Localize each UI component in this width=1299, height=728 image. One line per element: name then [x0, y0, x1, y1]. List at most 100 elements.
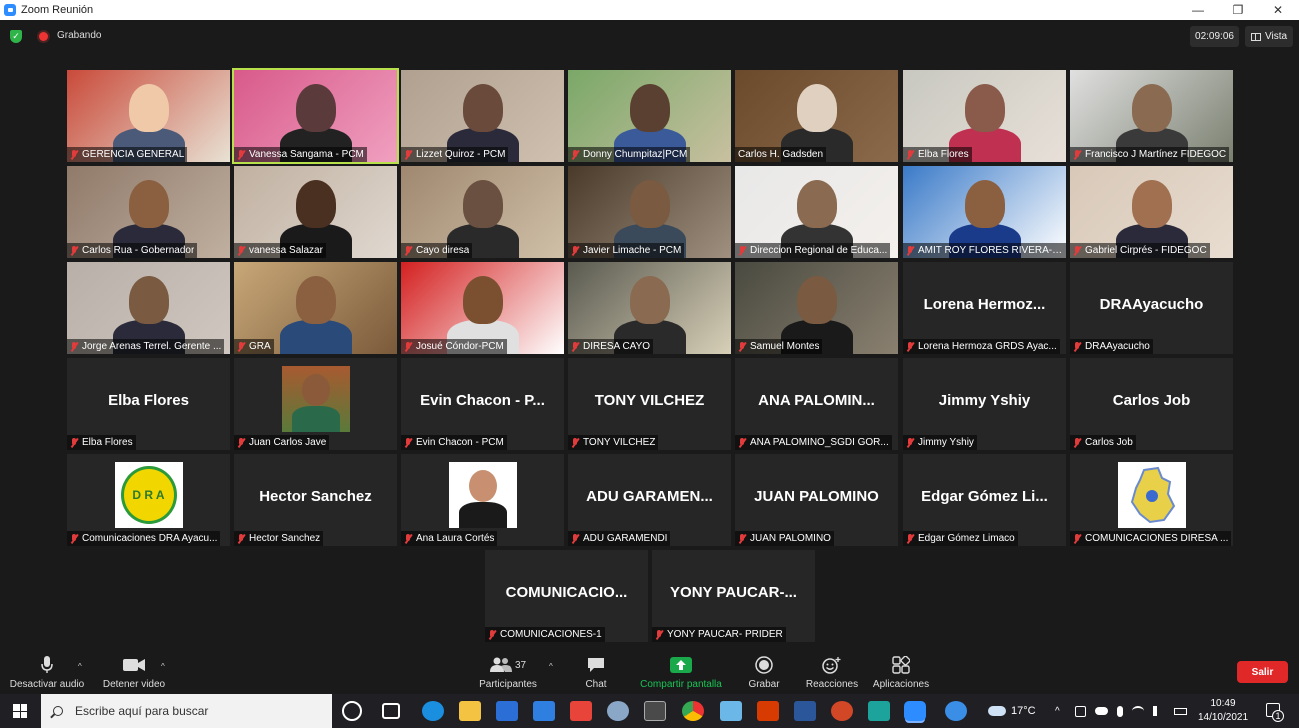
participant-tile[interactable]: COMUNICACIO... COMUNICACIONES-1 — [485, 550, 648, 642]
participant-tile[interactable]: Lizzet Quiroz - PCM — [401, 70, 564, 162]
participant-tile[interactable]: Carlos Rua - Gobernador — [67, 166, 230, 258]
security-shield-icon[interactable]: ✓ — [10, 30, 22, 43]
participant-tile[interactable]: Ana Laura Cortés — [401, 454, 564, 546]
microsoft-store-icon[interactable] — [496, 701, 518, 721]
stop-video-button[interactable]: Detener video — [100, 652, 168, 694]
participant-tile[interactable]: Francisco J Martínez FIDEGOC — [1070, 70, 1233, 162]
participant-tile[interactable]: Jimmy Yshiy Jimmy Yshiy — [903, 358, 1066, 450]
participant-tile[interactable]: JUAN PALOMINO JUAN PALOMINO — [735, 454, 898, 546]
windows-taskbar: Escribe aquí para buscar 17°C ^ 10:49 14… — [0, 694, 1299, 728]
participant-tile[interactable]: Carlos Job Carlos Job — [1070, 358, 1233, 450]
participant-tile[interactable]: Gabriel Cirprés - FIDEGOC — [1070, 166, 1233, 258]
window-title: Zoom Reunión — [21, 4, 94, 16]
weather-widget[interactable]: 17°C — [988, 694, 1036, 728]
word-icon[interactable] — [794, 701, 816, 721]
task-view-icon[interactable] — [382, 703, 400, 719]
muted-microphone-icon — [237, 533, 245, 544]
participant-name: Carlos Job — [1085, 437, 1133, 448]
participant-tile[interactable]: TONY VILCHEZ TONY VILCHEZ — [568, 358, 731, 450]
participant-tile[interactable]: COMUNICACIONES DIRESA ... — [1070, 454, 1233, 546]
participants-options-chevron-up-icon[interactable]: ^ — [549, 662, 557, 671]
profile-shoulders — [458, 502, 507, 528]
snipping-tool-icon[interactable] — [607, 701, 629, 721]
participant-tile[interactable]: Donny Chumpitaz|PCM — [568, 70, 731, 162]
participant-tile[interactable]: ANA PALOMIN... ANA PALOMINO_SGDI GOR... — [735, 358, 898, 450]
participant-name-bar: Hector Sanchez — [234, 531, 324, 546]
participant-tile[interactable]: YONY PAUCAR-... YONY PAUCAR- PRIDER — [652, 550, 815, 642]
taskbar-search-box[interactable]: Escribe aquí para buscar — [41, 694, 332, 728]
start-button[interactable] — [0, 694, 40, 728]
record-label: Grabar — [748, 679, 780, 690]
maximize-button[interactable]: ❐ — [1218, 0, 1258, 20]
participant-name: ADU GARAMENDI — [583, 533, 668, 544]
video-options-chevron-up-icon[interactable]: ^ — [161, 662, 169, 671]
mic-tray-icon[interactable] — [1117, 705, 1123, 717]
leave-meeting-button[interactable]: Salir — [1237, 661, 1288, 683]
help-icon[interactable] — [945, 701, 967, 721]
audio-options-chevron-up-icon[interactable]: ^ — [78, 662, 86, 671]
participant-tile[interactable]: vanessa Salazar — [234, 166, 397, 258]
participant-name: AMIT ROY FLORES RIVERA- ... — [918, 245, 1063, 256]
participant-tile[interactable]: Samuel Montes — [735, 262, 898, 354]
participant-tile[interactable]: Juan Carlos Jave — [234, 358, 397, 450]
participant-tile[interactable]: GRA — [234, 262, 397, 354]
mute-audio-button[interactable]: Desactivar audio — [8, 652, 86, 694]
office-icon[interactable] — [757, 701, 779, 721]
close-button[interactable]: ✕ — [1258, 0, 1298, 20]
participant-name: Ana Laura Cortés — [416, 533, 495, 544]
view-button[interactable]: Vista — [1245, 26, 1294, 47]
meet-now-icon[interactable] — [1075, 705, 1086, 717]
participant-tile[interactable]: Hector Sanchez Hector Sanchez — [234, 454, 397, 546]
calculator-icon[interactable] — [644, 701, 666, 721]
participant-tile[interactable]: Javier Limache - PCM — [568, 166, 731, 258]
participant-tile[interactable]: Elba Flores — [903, 70, 1066, 162]
participant-tile[interactable]: Edgar Gómez Li... Edgar Gómez Limaco — [903, 454, 1066, 546]
participant-tile[interactable]: Evin Chacon - P... Evin Chacon - PCM — [401, 358, 564, 450]
participants-button[interactable]: 37 Participantes — [474, 652, 542, 694]
muted-microphone-icon — [488, 629, 496, 640]
participant-tile[interactable]: Cayo diresa — [401, 166, 564, 258]
participant-tile[interactable]: AMIT ROY FLORES RIVERA- ... — [903, 166, 1066, 258]
profile-face — [301, 374, 330, 406]
dra-logo-text: D R A — [132, 488, 165, 502]
record-button[interactable]: Grabar — [740, 652, 788, 694]
zoom-taskbar-icon[interactable] — [904, 701, 926, 721]
participant-tile[interactable]: Elba Flores Elba Flores — [67, 358, 230, 450]
wifi-icon[interactable] — [1132, 706, 1144, 716]
muted-microphone-icon — [906, 341, 914, 352]
participant-tile[interactable]: Josué Cóndor-PCM — [401, 262, 564, 354]
participant-tile[interactable]: Vanessa Sangama - PCM — [232, 68, 399, 164]
participant-tile[interactable]: GERENCIA GENERAL — [67, 70, 230, 162]
onedrive-icon[interactable] — [1095, 707, 1108, 715]
participant-tile[interactable]: D R A Comunicaciones DRA Ayacu... — [67, 454, 230, 546]
participant-tile[interactable]: Carlos H. Gadsden — [735, 70, 898, 162]
participant-face — [965, 180, 1005, 228]
participant-tile[interactable]: Jorge Arenas Terrel. Gerente ... — [67, 262, 230, 354]
volume-icon[interactable] — [1153, 706, 1165, 716]
show-hidden-icons-chevron-up-icon[interactable]: ^ — [1055, 694, 1060, 728]
taskbar-clock[interactable]: 10:49 14/10/2021 — [1195, 697, 1251, 725]
share-screen-button[interactable]: Compartir pantalla — [632, 652, 730, 694]
powerpoint-icon[interactable] — [831, 701, 853, 721]
edge-browser-icon[interactable] — [422, 701, 444, 721]
zoom-rooms-icon[interactable] — [868, 701, 890, 721]
reactions-button[interactable]: Reacciones — [802, 652, 862, 694]
participant-tile[interactable]: Lorena Hermoz... Lorena Hermoza GRDS Ayac… — [903, 262, 1066, 354]
participant-tile[interactable]: DIRESA CAYO — [568, 262, 731, 354]
chrome-browser-icon[interactable] — [682, 701, 704, 721]
file-explorer-icon[interactable] — [459, 701, 481, 721]
minimize-button[interactable]: — — [1178, 0, 1218, 20]
cortana-icon[interactable] — [342, 701, 362, 721]
participant-name-bar: Direccion Regional de Educa... — [735, 243, 891, 258]
mail-icon[interactable] — [533, 701, 555, 721]
notepad-icon[interactable] — [720, 701, 742, 721]
participant-tile[interactable]: DRAAyacucho DRAAyacucho — [1070, 262, 1233, 354]
anydesk-icon[interactable] — [570, 701, 592, 721]
apps-button[interactable]: Aplicaciones — [868, 652, 934, 694]
participant-tile[interactable]: Direccion Regional de Educa... — [735, 166, 898, 258]
battery-icon[interactable] — [1174, 707, 1187, 715]
chat-button[interactable]: Chat — [572, 652, 620, 694]
search-icon — [53, 706, 63, 716]
participant-tile[interactable]: ADU GARAMEN... ADU GARAMENDI — [568, 454, 731, 546]
participant-name: Lizzet Quiroz - PCM — [416, 149, 506, 160]
